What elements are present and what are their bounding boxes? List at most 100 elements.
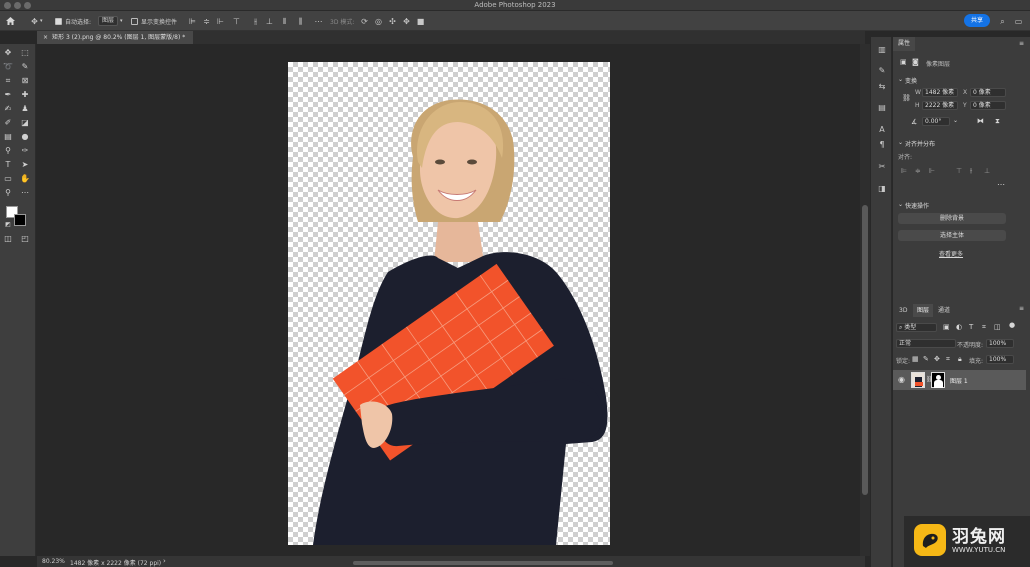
screen-mode-button[interactable]: ◰ [19,234,31,244]
filter-smart-object-icon[interactable]: ◫ [994,323,1001,331]
align-bottom-button[interactable]: ⊥ [265,15,274,27]
filter-toggle-icon[interactable]: ● [1009,321,1015,329]
angle-field[interactable]: 0.00° [922,117,950,126]
more-icon[interactable]: ⋯ [997,180,1005,189]
tab-channels[interactable]: 通道 [934,304,954,317]
pen-tool[interactable]: ✑ [19,146,31,156]
filter-type-icon[interactable]: T [969,323,973,331]
lock-position-icon[interactable]: ✥ [934,355,940,363]
frame-tool[interactable]: ⊠ [19,76,31,86]
x-field[interactable]: 0 像素 [970,88,1006,97]
align-vcenter-icon[interactable]: ⫲ [970,167,972,176]
lasso-tool[interactable]: ➰ [2,62,14,72]
show-transform-checkbox[interactable]: 显示变换控件 [131,15,177,27]
flip-horizontal-icon[interactable]: ⧓ [977,117,984,125]
link-icon[interactable]: ⛓ [902,94,911,102]
flip-vertical-icon[interactable]: ⧗ [995,117,1000,126]
layer-row[interactable]: ◉ ⛓ 图层 1 [893,370,1026,390]
auto-select-checkbox[interactable]: 自动选择: [55,15,91,27]
height-field[interactable]: 2222 像素 [922,101,958,110]
align-hcenter-icon[interactable]: ≑ [915,167,921,175]
paragraph-panel-icon[interactable]: ¶ [876,140,888,150]
tab-layers[interactable]: 图层 [913,304,934,317]
select-subject-button[interactable]: 选择主体 [898,230,1006,241]
libraries-panel-icon[interactable]: ◨ [876,184,888,194]
fill-field[interactable]: 100% [986,355,1014,364]
remove-background-button[interactable]: 删除背景 [898,213,1006,224]
layer-thumbnail[interactable] [911,372,925,388]
align-left-button[interactable]: ⊫ [188,15,197,27]
healing-brush-tool[interactable]: ✚ [19,90,31,100]
3d-pan-button[interactable]: ✣ [388,15,397,27]
panel-menu-icon[interactable]: ≡ [1019,40,1024,47]
panel-menu-icon[interactable]: ≡ [1019,305,1024,312]
width-field[interactable]: 1482 像素 [922,88,958,97]
lock-pixels-icon[interactable]: ✎ [923,355,929,363]
eyedropper-tool[interactable]: ✒ [2,90,14,100]
align-right-icon[interactable]: ⊩ [929,167,935,175]
brush-settings-panel-icon[interactable]: ✎ [876,66,888,76]
layer-filter-dropdown[interactable]: ⌕ 类型 [896,323,937,332]
brush-tool[interactable]: ✍ [2,104,14,114]
3d-roll-button[interactable]: ◎ [374,15,383,27]
document-canvas[interactable] [288,62,610,545]
eraser-tool[interactable]: ◪ [19,118,31,128]
zoom-tool[interactable]: ⚲ [2,188,14,198]
align-top-button[interactable]: ⊤ [232,15,241,27]
3d-rotate-button[interactable]: ⟳ [360,15,369,27]
align-vcenter-button[interactable]: ⫲ [251,15,260,27]
chevron-right-icon[interactable]: › [163,557,166,565]
distribute-button[interactable]: ⫴ [280,15,289,27]
more-tools-button[interactable]: ⋯ [19,188,31,198]
move-tool-preset[interactable]: ✥ ▾ [30,15,42,27]
hand-tool[interactable]: ✋ [19,174,31,184]
stamp-tool[interactable]: ♟ [19,104,31,114]
opacity-field[interactable]: 100% [986,339,1014,348]
tab-3d[interactable]: 3D [895,304,911,317]
vertical-scrollbar-thumb[interactable] [862,205,868,495]
adjustments-panel-icon[interactable]: ⇆ [876,82,888,92]
lock-artboard-icon[interactable]: ⌗ [946,355,950,364]
align-left-icon[interactable]: ⊫ [901,167,907,175]
crop-tool[interactable]: ⌗ [2,76,14,86]
3d-slide-button[interactable]: ✥ [402,15,411,27]
type-tool[interactable]: T [2,160,14,170]
search-button[interactable]: ⌕ [998,15,1007,27]
chevron-down-icon[interactable]: ⌄ [953,117,958,124]
document-tab[interactable]: × 矩形 3 (2).png @ 80.2% (图层 1, 图层蒙版/8) * [37,31,193,44]
zoom-level[interactable]: 80.23% [42,558,65,565]
layer-name[interactable]: 图层 1 [950,376,968,385]
auto-select-target-dropdown[interactable]: 图层 ▾ [98,15,123,27]
mask-icon[interactable]: ◙ [912,58,919,66]
properties-panel-icon[interactable]: ▤ [876,103,888,113]
move-tool[interactable]: ✥ [2,48,14,58]
chevron-down-icon[interactable]: ⌄ [898,76,903,83]
chevron-down-icon[interactable]: ⌄ [898,201,903,208]
align-top-icon[interactable]: ⊤ [956,167,962,175]
workspace-button[interactable]: ▭ [1014,15,1023,27]
marquee-tool[interactable]: ⬚ [19,48,31,58]
align-hcenter-button[interactable]: ≑ [202,15,211,27]
visibility-eye-icon[interactable]: ◉ [898,375,905,384]
filter-pixel-icon[interactable]: ▣ [943,323,950,331]
y-field[interactable]: 0 像素 [970,101,1006,110]
filter-shape-icon[interactable]: ⌗ [982,323,986,332]
tools-preset-panel-icon[interactable]: ✂ [876,162,888,172]
quick-select-tool[interactable]: ✎ [19,62,31,72]
gradient-tool[interactable]: ▤ [2,132,14,142]
path-select-tool[interactable]: ➤ [19,160,31,170]
swap-colors-icon[interactable]: ◩ [2,220,14,230]
blur-tool[interactable]: ● [19,132,31,142]
tab-properties[interactable]: 属性 [893,37,916,51]
shape-tool[interactable]: ▭ [2,174,14,184]
align-right-button[interactable]: ⊩ [216,15,225,27]
lock-transparent-icon[interactable]: ▦ [912,355,919,363]
more-options-button[interactable]: ⋯ [314,15,323,27]
character-panel-icon[interactable]: A [876,125,888,135]
history-panel-icon[interactable]: ▥ [876,45,888,55]
quick-mask-button[interactable]: ◫ [2,234,14,244]
layer-mask-thumbnail[interactable] [931,372,945,388]
3d-camera-button[interactable]: ■ [416,15,425,27]
background-color-swatch[interactable] [14,214,26,226]
horizontal-scrollbar-thumb[interactable] [353,561,613,565]
